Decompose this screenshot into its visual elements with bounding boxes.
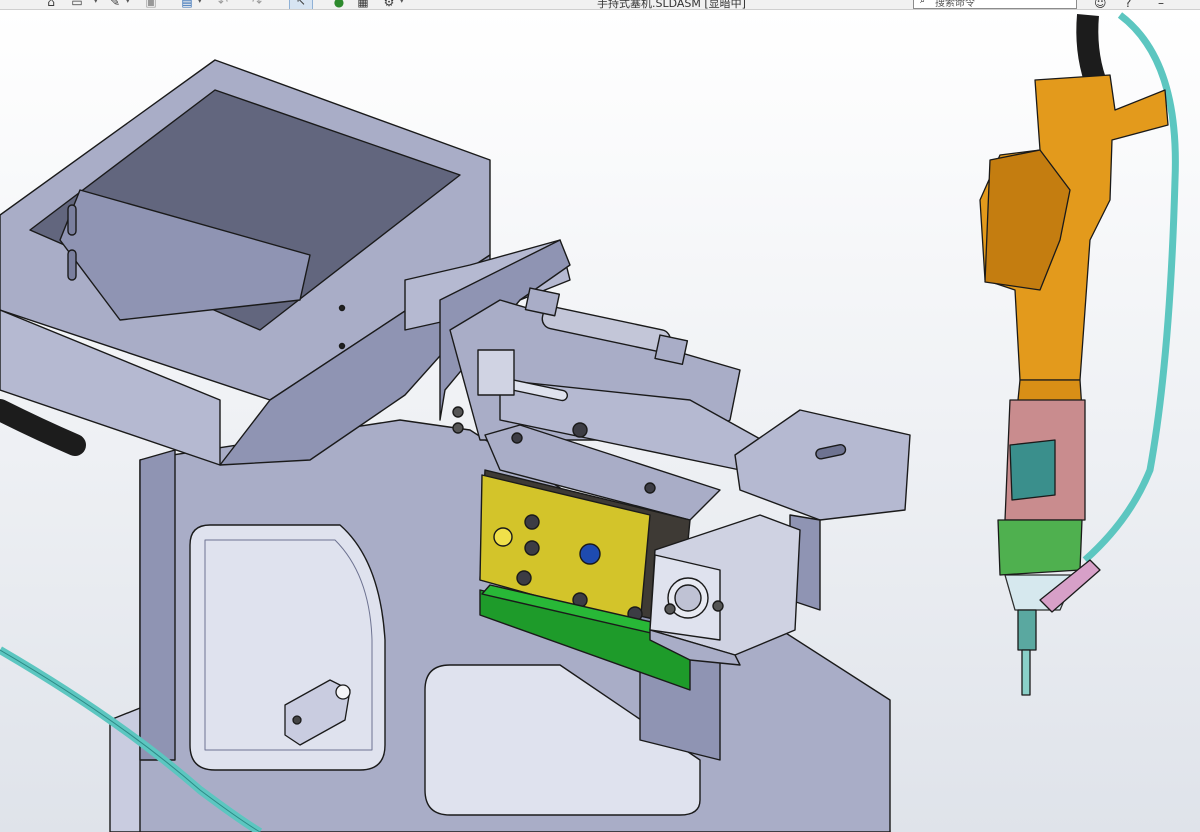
new-document-icon[interactable]: ▭	[70, 0, 84, 9]
user-icon[interactable]: ☺	[1094, 0, 1107, 9]
print-icon[interactable]: ▤	[180, 0, 194, 9]
chevron-down-icon[interactable]: ▾	[126, 0, 130, 5]
select-icon: ↖	[295, 0, 307, 8]
save-icon[interactable]: ▣	[144, 0, 158, 9]
search-placeholder: 搜索命令	[935, 0, 975, 9]
command-toolbar: ⌂ ▭ ▾ ✎ ▾ ▣ ▤ ▾ ↶ ↷ ↖ ● ▦ ⚙ ▾ 手持式塞机.SLDA…	[0, 0, 1200, 10]
select-button[interactable]: ↖	[289, 0, 313, 9]
bore-hole	[579, 543, 601, 565]
search-icon: ⌕	[920, 0, 926, 6]
undo-icon[interactable]: ↶	[216, 0, 230, 9]
chevron-down-icon[interactable]: ▾	[198, 0, 202, 5]
search-commands-input[interactable]: ⌕ 搜索命令	[913, 0, 1077, 9]
minimize-icon[interactable]: –	[1158, 0, 1164, 9]
chevron-down-icon[interactable]: ▾	[400, 0, 404, 5]
home-icon[interactable]: ⌂	[44, 0, 58, 9]
document-title: 手持式塞机.SLDASM [显暗中]	[597, 0, 746, 10]
chevron-down-icon[interactable]: ▾	[94, 0, 98, 5]
graphics-viewport[interactable]	[0, 10, 1200, 832]
options-icon[interactable]: ✎	[108, 0, 122, 9]
assembly-model	[0, 10, 1200, 832]
file-properties-icon[interactable]: ▦	[356, 0, 370, 9]
rebuild-icon[interactable]: ●	[332, 0, 346, 9]
help-icon[interactable]: ?	[1125, 0, 1131, 9]
settings-icon[interactable]: ⚙	[382, 0, 396, 9]
redo-icon[interactable]: ↷	[250, 0, 264, 9]
